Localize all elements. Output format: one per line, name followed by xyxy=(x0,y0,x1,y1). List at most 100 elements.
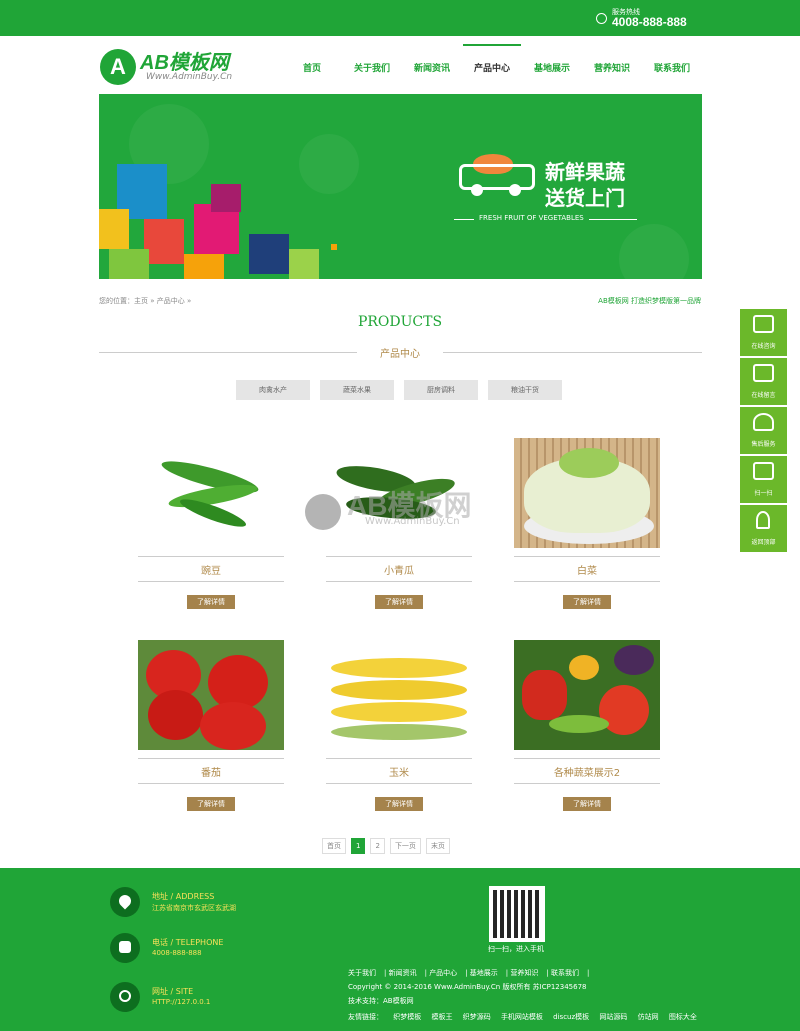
product-card[interactable]: 各种蔬菜展示2 了解详情 xyxy=(514,640,660,811)
details-button[interactable]: 了解详情 xyxy=(563,595,611,609)
tech-support: 技术支持：AB模板网 xyxy=(348,997,414,1005)
category-meat[interactable]: 肉禽水产 xyxy=(236,380,310,400)
sidebar-message[interactable]: 在线留言 xyxy=(740,358,787,405)
rocket-icon xyxy=(756,511,770,529)
nav-item-home[interactable]: 首页 xyxy=(283,44,341,92)
page-1[interactable]: 1 xyxy=(351,838,366,854)
product-name[interactable]: 番茄 xyxy=(138,764,284,779)
product-name[interactable]: 各种蔬菜展示2 xyxy=(514,764,660,779)
footer-link-about[interactable]: 关于我们 xyxy=(348,969,376,977)
site-value[interactable]: HTTP://127.0.0.1 xyxy=(152,998,210,1006)
details-button[interactable]: 了解详情 xyxy=(563,797,611,811)
qrcode-icon xyxy=(753,462,774,480)
copyright: Copyright © 2014-2016 Www.AdminBuy.Cn 版权… xyxy=(348,983,587,991)
nav-item-about[interactable]: 关于我们 xyxy=(343,44,401,92)
top-bar: 服务热线 4008-888-888 xyxy=(0,0,800,36)
product-image-peas[interactable] xyxy=(138,438,284,548)
site-title: 网址 / SITE xyxy=(152,987,194,996)
logo-text: AB模板网 xyxy=(140,52,229,74)
nav-item-products[interactable]: 产品中心 xyxy=(463,44,521,92)
main-nav: 首页 关于我们 新闻资讯 产品中心 基地展示 营养知识 联系我们 xyxy=(283,44,703,92)
friend-link[interactable]: 织梦源码 xyxy=(463,1013,491,1021)
sidebar-online-chat[interactable]: 在线咨询 xyxy=(740,309,787,356)
product-image-mixed-vegetables[interactable] xyxy=(514,640,660,750)
site-logo[interactable]: A AB模板网 Www.AdminBuy.Cn xyxy=(100,46,260,86)
friend-links-label: 友情链接： xyxy=(348,1013,383,1021)
chat-icon xyxy=(753,315,774,333)
product-name[interactable]: 白菜 xyxy=(514,562,660,577)
banner-headline-1: 新鲜果蔬 xyxy=(545,160,625,184)
sidebar-qrcode[interactable]: 扫一扫 xyxy=(740,456,787,503)
friend-link[interactable]: 网站源码 xyxy=(599,1013,627,1021)
product-card[interactable]: 玉米 了解详情 xyxy=(326,640,472,811)
footer-links: 关于我们 | 新闻资讯 | 产品中心 | 基地展示 | 营养知识 | 联系我们 | xyxy=(348,969,590,977)
address-value: 江苏省南京市玄武区玄武湖 xyxy=(152,904,236,912)
address-title: 地址 / ADDRESS xyxy=(152,892,215,901)
product-name[interactable]: 小青瓜 xyxy=(326,562,472,577)
telephone-title: 电话 / TELEPHONE xyxy=(152,938,224,947)
globe-icon xyxy=(110,982,140,1012)
category-grain[interactable]: 粮油干货 xyxy=(488,380,562,400)
watermark-icon xyxy=(305,494,341,530)
section-title: PRODUCTS xyxy=(357,314,443,330)
delivery-truck-icon xyxy=(459,154,535,198)
product-image-cabbage[interactable] xyxy=(514,438,660,548)
page-last[interactable]: 末页 xyxy=(425,838,450,854)
logo-subtitle: Www.AdminBuy.Cn xyxy=(146,72,233,82)
friend-link[interactable]: 手机网站模板 xyxy=(501,1013,543,1021)
details-button[interactable]: 了解详情 xyxy=(375,797,423,811)
friend-links: 友情链接： 织梦模板 模板王 织梦源码 手机网站模板 discuz模板 网站源码… xyxy=(348,1012,705,1022)
category-seasoning[interactable]: 厨房调料 xyxy=(404,380,478,400)
qrcode-caption: 扫一扫，进入手机 xyxy=(488,945,544,953)
friend-link[interactable]: 仿站网 xyxy=(638,1013,659,1021)
watermark-logo: AB模板网 Www.AdminBuy.Cn xyxy=(305,482,495,542)
product-card[interactable]: 番茄 了解详情 xyxy=(138,640,284,811)
page-first[interactable]: 首页 xyxy=(322,838,346,854)
location-icon xyxy=(110,887,140,917)
phone-icon xyxy=(596,13,607,24)
footer-link-base[interactable]: 基地展示 xyxy=(470,969,498,977)
telephone-icon xyxy=(110,933,140,963)
friend-link[interactable]: 模板王 xyxy=(431,1013,452,1021)
page-2[interactable]: 2 xyxy=(370,838,385,854)
site-slogan: AB模板网 打造织梦模版第一品牌 xyxy=(598,297,701,305)
details-button[interactable]: 了解详情 xyxy=(187,595,235,609)
sidebar-back-to-top[interactable]: 返回顶部 xyxy=(740,505,787,552)
product-image-corn[interactable] xyxy=(326,640,472,750)
section-subtitle: 产品中心 xyxy=(357,345,443,360)
banner-headline-2: 送货上门 xyxy=(545,186,625,210)
nav-item-nutrition[interactable]: 营养知识 xyxy=(583,44,641,92)
hotline-number: 4008-888-888 xyxy=(612,15,687,29)
breadcrumb[interactable]: 您的位置：主页 » 产品中心 » xyxy=(99,296,191,306)
product-image-tomato[interactable] xyxy=(138,640,284,750)
footer-link-contact[interactable]: 联系我们 xyxy=(551,969,579,977)
details-button[interactable]: 了解详情 xyxy=(375,595,423,609)
product-card[interactable]: 白菜 了解详情 xyxy=(514,438,660,609)
floating-sidebar: 在线咨询 在线留言 售后服务 扫一扫 返回顶部 xyxy=(740,309,787,554)
footer-link-products[interactable]: 产品中心 xyxy=(429,969,457,977)
logo-icon: A xyxy=(100,49,136,85)
friend-link[interactable]: 织梦模板 xyxy=(393,1013,421,1021)
friend-link[interactable]: discuz模板 xyxy=(553,1013,589,1021)
footer-link-news[interactable]: 新闻资讯 xyxy=(389,969,417,977)
sidebar-support[interactable]: 售后服务 xyxy=(740,407,787,454)
qrcode-image xyxy=(489,886,545,942)
footer-link-nutrition[interactable]: 营养知识 xyxy=(510,969,538,977)
pagination: 首页 1 2 下一页 末页 xyxy=(322,838,455,854)
category-vegetables[interactable]: 蔬菜水果 xyxy=(320,380,394,400)
watermark-subtitle: Www.AdminBuy.Cn xyxy=(365,516,460,527)
message-icon xyxy=(753,364,774,382)
product-name[interactable]: 豌豆 xyxy=(138,562,284,577)
page-next[interactable]: 下一页 xyxy=(389,838,421,854)
banner-english: FRESH FRUIT OF VEGETABLES xyxy=(474,214,589,222)
friend-link[interactable]: 图标大全 xyxy=(669,1013,697,1021)
nav-item-base[interactable]: 基地展示 xyxy=(523,44,581,92)
nav-item-contact[interactable]: 联系我们 xyxy=(643,44,701,92)
telephone-value: 4008-888-888 xyxy=(152,949,202,957)
product-card[interactable]: 豌豆 了解详情 xyxy=(138,438,284,609)
hero-banner: 新鲜果蔬 送货上门 FRESH FRUIT OF VEGETABLES xyxy=(99,94,702,279)
details-button[interactable]: 了解详情 xyxy=(187,797,235,811)
nav-item-news[interactable]: 新闻资讯 xyxy=(403,44,461,92)
category-tabs: 肉禽水产 蔬菜水果 厨房调料 粮油干货 xyxy=(236,380,572,400)
product-name[interactable]: 玉米 xyxy=(326,764,472,779)
